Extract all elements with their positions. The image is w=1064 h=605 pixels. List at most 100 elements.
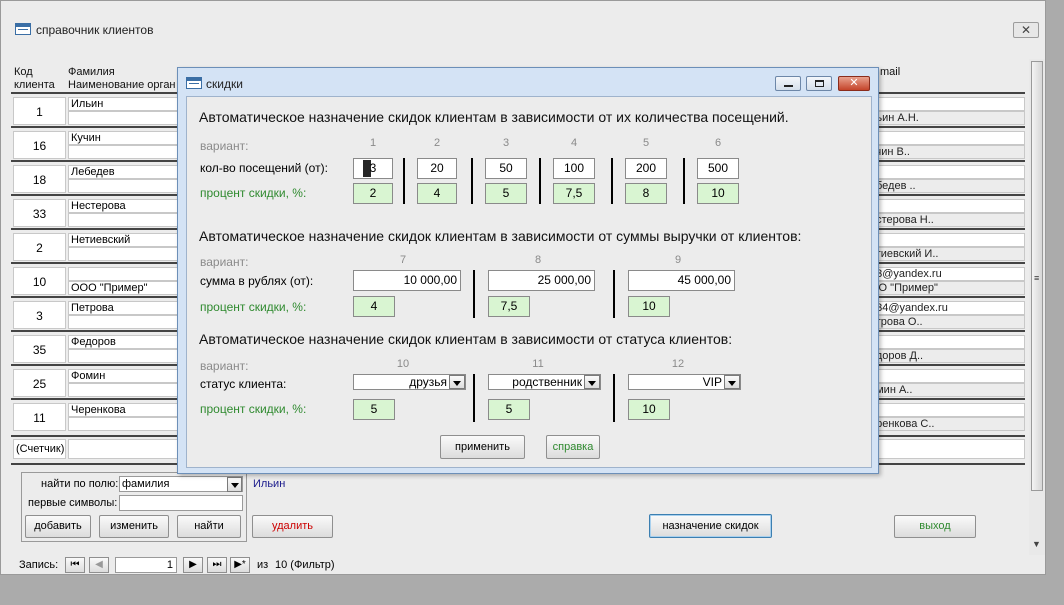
client-code-cell[interactable]: 10 bbox=[13, 267, 66, 295]
client-contact-cell[interactable]: етиевский И.. bbox=[867, 247, 1025, 261]
client-code-cell[interactable]: 33 bbox=[13, 199, 66, 227]
client-email-cell[interactable] bbox=[867, 131, 1025, 145]
visits-percent-input[interactable]: 10 bbox=[697, 183, 739, 204]
visits-count-input[interactable]: 500 bbox=[697, 158, 739, 179]
client-contact-cell[interactable]: учин В.. bbox=[867, 145, 1025, 159]
client-email-cell[interactable] bbox=[867, 199, 1025, 213]
main-close-button[interactable]: ✕ bbox=[1013, 22, 1039, 38]
visits-count-input[interactable]: 50 bbox=[485, 158, 527, 179]
new-record-button[interactable]: ▶* bbox=[230, 557, 250, 573]
client-name-cell[interactable]: Черенкова bbox=[68, 403, 188, 417]
client-org-cell[interactable]: ООО "Пример" bbox=[68, 281, 188, 295]
client-org-cell[interactable] bbox=[68, 179, 188, 193]
client-code-cell[interactable]: 18 bbox=[13, 165, 66, 193]
client-name-cell[interactable]: Фомин bbox=[68, 369, 188, 383]
client-email-cell[interactable]: 23@yandex.ru bbox=[867, 267, 1025, 281]
client-code-cell[interactable]: 25 bbox=[13, 369, 66, 397]
column-separator bbox=[471, 158, 473, 204]
client-org-cell[interactable] bbox=[68, 349, 188, 363]
client-contact-cell[interactable]: ебедев .. bbox=[867, 179, 1025, 193]
client-name-cell[interactable]: Петрова bbox=[68, 301, 188, 315]
delete-button[interactable]: удалить bbox=[252, 515, 333, 538]
prev-record-button[interactable]: ◀ bbox=[89, 557, 109, 573]
client-name-cell[interactable]: Нестерова bbox=[68, 199, 188, 213]
add-button[interactable]: добавить bbox=[25, 515, 91, 538]
apply-button[interactable]: применить bbox=[440, 435, 525, 459]
revenue-sum-input[interactable]: 45 000,00 bbox=[628, 270, 735, 291]
help-button[interactable]: справка bbox=[546, 435, 600, 459]
minimize-button[interactable] bbox=[775, 76, 801, 91]
client-name-cell[interactable] bbox=[68, 267, 188, 281]
client-contact-cell[interactable]: еренкова С.. bbox=[867, 417, 1025, 431]
revenue-percent-input[interactable]: 10 bbox=[628, 296, 670, 317]
visits-percent-input[interactable]: 8 bbox=[625, 183, 667, 204]
edit-button[interactable]: изменить bbox=[99, 515, 169, 538]
revenue-percent-input[interactable]: 7,5 bbox=[488, 296, 530, 317]
client-org-cell[interactable] bbox=[68, 383, 188, 397]
visits-count-input[interactable]: 100 bbox=[553, 158, 595, 179]
client-contact-cell[interactable]: естерова Н.. bbox=[867, 213, 1025, 227]
chevron-down-icon[interactable] bbox=[449, 375, 465, 389]
client-email-cell[interactable] bbox=[867, 335, 1025, 349]
client-code-cell[interactable]: 2 bbox=[13, 233, 66, 261]
chevron-down-icon[interactable] bbox=[584, 375, 600, 389]
client-contact-cell[interactable]: едоров Д.. bbox=[867, 349, 1025, 363]
client-name-cell[interactable]: Нетиевский bbox=[68, 233, 188, 247]
client-contact-cell[interactable]: етрова О.. bbox=[867, 315, 1025, 329]
dialog-close-button[interactable]: ✕ bbox=[838, 76, 870, 91]
client-code-cell[interactable]: 11 bbox=[13, 403, 66, 431]
client-contact-cell[interactable]: омин А.. bbox=[867, 383, 1025, 397]
discounts-button[interactable]: назначение скидок bbox=[649, 514, 772, 538]
visits-percent-input[interactable]: 2 bbox=[353, 183, 393, 204]
client-org-cell[interactable] bbox=[68, 111, 188, 125]
client-org-cell[interactable] bbox=[68, 417, 188, 431]
client-code-cell[interactable]: 16 bbox=[13, 131, 66, 159]
chevron-down-icon[interactable] bbox=[724, 375, 740, 389]
maximize-button[interactable] bbox=[806, 76, 832, 91]
visits-percent-input[interactable]: 5 bbox=[485, 183, 527, 204]
search-field-select[interactable]: фамилия bbox=[119, 476, 243, 492]
revenue-sum-input[interactable]: 10 000,00 bbox=[353, 270, 461, 291]
status-percent-input[interactable]: 5 bbox=[353, 399, 395, 420]
current-record-input[interactable]: 1 bbox=[115, 557, 177, 573]
next-record-button[interactable]: ▶ bbox=[183, 557, 203, 573]
client-contact-cell[interactable]: ОО "Пример" bbox=[867, 281, 1025, 295]
exit-button[interactable]: выход bbox=[894, 515, 976, 538]
find-button[interactable]: найти bbox=[177, 515, 241, 538]
client-email-cell[interactable]: 234@yandex.ru bbox=[867, 301, 1025, 315]
search-chars-input[interactable] bbox=[119, 495, 243, 511]
main-titlebar: справочник клиентов ✕ bbox=[1, 1, 1045, 59]
client-code-cell[interactable]: 35 bbox=[13, 335, 66, 363]
revenue-percent-input[interactable]: 4 bbox=[353, 296, 395, 317]
column-separator bbox=[613, 374, 615, 422]
client-name-cell[interactable]: Кучин bbox=[68, 131, 188, 145]
client-name-cell[interactable]: Ильин bbox=[68, 97, 188, 111]
client-code-cell[interactable]: 3 bbox=[13, 301, 66, 329]
client-name-cell[interactable]: Федоров bbox=[68, 335, 188, 349]
vertical-scrollbar[interactable]: ≡ ▼ bbox=[1029, 59, 1045, 555]
visits-percent-input[interactable]: 4 bbox=[417, 183, 457, 204]
client-org-cell[interactable] bbox=[68, 213, 188, 227]
visits-count-input[interactable]: 3 bbox=[353, 158, 393, 179]
client-name-cell[interactable]: Лебедев bbox=[68, 165, 188, 179]
client-code-cell[interactable]: 1 bbox=[13, 97, 66, 125]
client-contact-cell[interactable]: льин А.Н. bbox=[867, 111, 1025, 125]
chevron-down-icon[interactable] bbox=[227, 477, 242, 492]
client-email-cell[interactable] bbox=[867, 233, 1025, 247]
first-record-button[interactable]: ⏮ bbox=[65, 557, 85, 573]
visits-count-input[interactable]: 200 bbox=[625, 158, 667, 179]
visits-count-input[interactable]: 20 bbox=[417, 158, 457, 179]
status-percent-input[interactable]: 5 bbox=[488, 399, 530, 420]
client-email-cell[interactable] bbox=[867, 165, 1025, 179]
client-email-cell[interactable] bbox=[867, 369, 1025, 383]
client-email-cell[interactable] bbox=[867, 403, 1025, 417]
revenue-sum-input[interactable]: 25 000,00 bbox=[488, 270, 595, 291]
client-org-cell[interactable] bbox=[68, 315, 188, 329]
status-percent-input[interactable]: 10 bbox=[628, 399, 670, 420]
client-email-cell[interactable] bbox=[867, 97, 1025, 111]
client-org-cell[interactable] bbox=[68, 145, 188, 159]
client-org-cell[interactable] bbox=[68, 247, 188, 261]
visits-percent-input[interactable]: 7,5 bbox=[553, 183, 595, 204]
last-record-button[interactable]: ⏭ bbox=[207, 557, 227, 573]
scroll-down-icon[interactable]: ▼ bbox=[1032, 539, 1041, 549]
